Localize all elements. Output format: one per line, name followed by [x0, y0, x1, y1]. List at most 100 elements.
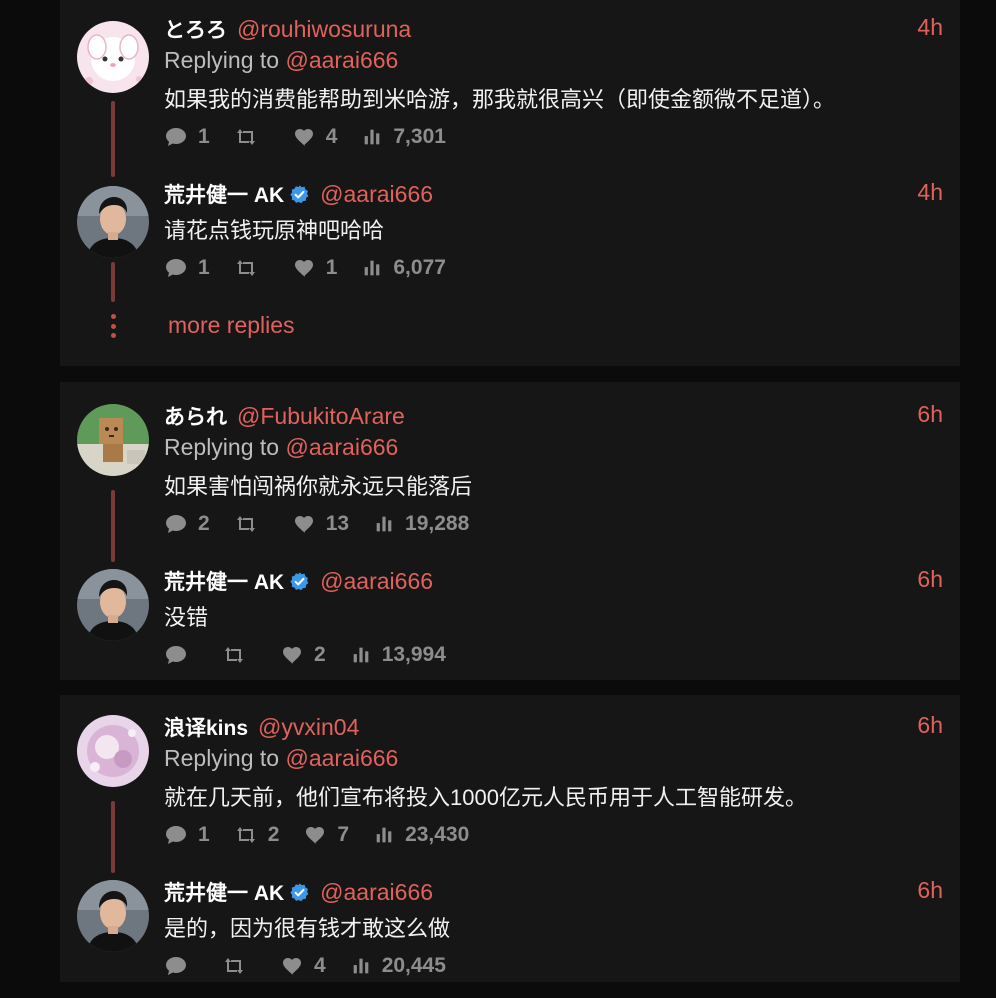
replying-to-handle[interactable]: @aarai666 — [285, 745, 398, 771]
retweet-button[interactable] — [222, 643, 256, 667]
views-count: 19,288 — [405, 512, 470, 535]
user-handle[interactable]: @aarai666 — [320, 568, 433, 595]
replying-to-handle[interactable]: @aarai666 — [285, 47, 398, 73]
views-button[interactable]: 6,077 — [361, 256, 446, 280]
views-count: 20,445 — [381, 954, 446, 977]
retweet-button[interactable] — [234, 256, 268, 280]
tweet-header: 荒井健一 AK @aarai666 — [164, 877, 433, 907]
user-handle[interactable]: @aarai666 — [320, 879, 433, 906]
thread-card-1: とろろ @rouhiwosuruna 4h Replying to @aarai… — [60, 0, 960, 366]
timestamp[interactable]: 6h — [917, 877, 943, 904]
views-button[interactable]: 23,430 — [373, 823, 469, 847]
comment-button[interactable]: 1 — [164, 823, 210, 847]
tweet-header: 浪译kins @yvxin04 — [164, 712, 359, 742]
like-count: 4 — [325, 125, 338, 148]
retweet-icon — [222, 954, 246, 978]
tweet-header: とろろ @rouhiwosuruna — [164, 14, 411, 44]
more-replies-link[interactable]: more replies — [168, 312, 295, 339]
like-count: 1 — [325, 256, 338, 279]
display-name[interactable]: とろろ — [164, 14, 227, 44]
retweet-icon — [234, 823, 258, 847]
tweet-text: 没错 — [164, 605, 209, 630]
comment-icon — [164, 954, 188, 978]
comment-button[interactable]: 2 — [164, 512, 210, 536]
like-button[interactable]: 4 — [280, 954, 326, 978]
retweet-button[interactable]: 2 — [234, 823, 279, 847]
comment-icon — [164, 125, 188, 149]
display-name[interactable]: 浪译kins — [164, 712, 248, 742]
timestamp[interactable]: 6h — [917, 712, 943, 739]
user-handle[interactable]: @rouhiwosuruna — [237, 16, 411, 43]
retweet-icon — [222, 643, 246, 667]
views-button[interactable]: 20,445 — [350, 954, 446, 978]
reply-tweet[interactable]: 浪译kins @yvxin04 6h Replying to @aarai666… — [60, 703, 960, 873]
reply-tweet[interactable]: あられ @FubukitoArare 6h Replying to @aarai… — [60, 392, 960, 562]
comment-button[interactable] — [164, 954, 198, 978]
like-button[interactable]: 2 — [280, 643, 326, 667]
replying-to: Replying to @aarai666 — [164, 434, 398, 461]
comment-icon — [164, 643, 188, 667]
display-name[interactable]: あられ — [164, 401, 227, 431]
verified-badge-icon — [289, 571, 310, 592]
user-handle[interactable]: @aarai666 — [320, 181, 433, 208]
avatar[interactable] — [77, 880, 149, 952]
views-icon — [361, 257, 383, 279]
avatar[interactable] — [77, 186, 149, 258]
replying-prefix: Replying to — [164, 434, 280, 460]
display-name[interactable]: 荒井健一 AK — [164, 877, 284, 907]
views-button[interactable]: 19,288 — [373, 512, 469, 536]
tweet-header: あられ @FubukitoArare — [164, 401, 405, 431]
author-reply-tweet[interactable]: 荒井健一 AK @aarai666 4h 请花点钱玩原神吧哈哈 1 1 6,07… — [60, 170, 960, 300]
like-button[interactable]: 1 — [292, 256, 338, 280]
replying-to: Replying to @aarai666 — [164, 745, 398, 772]
comment-button[interactable]: 1 — [164, 125, 210, 149]
heart-icon — [292, 125, 316, 149]
display-name[interactable]: 荒井健一 AK — [164, 179, 284, 209]
display-name[interactable]: 荒井健一 AK — [164, 566, 284, 596]
comment-icon — [164, 512, 188, 536]
tweet-text: 是的，因为很有钱才敢这么做 — [164, 916, 451, 941]
views-button[interactable]: 7,301 — [361, 125, 446, 149]
comment-count: 1 — [198, 256, 210, 279]
author-reply-tweet[interactable]: 荒井健一 AK @aarai666 6h 是的，因为很有钱才敢这么做 4 20,… — [60, 868, 960, 998]
retweet-button[interactable] — [234, 125, 268, 149]
comment-button[interactable] — [164, 643, 198, 667]
avatar[interactable] — [77, 715, 149, 787]
avatar[interactable] — [77, 569, 149, 641]
comment-count: 1 — [198, 823, 210, 846]
like-button[interactable]: 4 — [292, 125, 338, 149]
comment-button[interactable]: 1 — [164, 256, 210, 280]
timestamp[interactable]: 6h — [917, 401, 943, 428]
replying-to-handle[interactable]: @aarai666 — [285, 434, 398, 460]
retweet-icon — [234, 125, 258, 149]
avatar[interactable] — [77, 21, 149, 93]
retweet-icon — [234, 512, 258, 536]
user-handle[interactable]: @yvxin04 — [258, 714, 359, 741]
retweet-icon — [234, 256, 258, 280]
timestamp[interactable]: 4h — [917, 179, 943, 206]
like-button[interactable]: 7 — [303, 823, 349, 847]
author-reply-tweet[interactable]: 荒井健一 AK @aarai666 6h 没错 2 13,994 — [60, 557, 960, 687]
heart-icon — [292, 512, 316, 536]
thread-line — [111, 101, 115, 177]
heart-icon — [292, 256, 316, 280]
tweet-actions: 4 20,445 — [164, 954, 470, 978]
like-button[interactable]: 13 — [292, 512, 349, 536]
views-icon — [350, 955, 372, 977]
tweet-header: 荒井健一 AK @aarai666 — [164, 179, 433, 209]
reply-tweet[interactable]: とろろ @rouhiwosuruna 4h Replying to @aarai… — [60, 5, 960, 177]
timestamp[interactable]: 4h — [917, 14, 943, 41]
views-button[interactable]: 13,994 — [350, 643, 446, 667]
thread-card-2: あられ @FubukitoArare 6h Replying to @aarai… — [60, 382, 960, 680]
tweet-actions: 1 1 6,077 — [164, 256, 470, 280]
thread-line — [111, 262, 115, 302]
verified-badge-icon — [289, 882, 310, 903]
comment-count: 1 — [198, 125, 210, 148]
verified-badge-icon — [289, 184, 310, 205]
timestamp[interactable]: 6h — [917, 566, 943, 593]
retweet-button[interactable] — [222, 954, 256, 978]
avatar[interactable] — [77, 404, 149, 476]
user-handle[interactable]: @FubukitoArare — [237, 403, 405, 430]
retweet-button[interactable] — [234, 512, 268, 536]
views-icon — [361, 126, 383, 148]
